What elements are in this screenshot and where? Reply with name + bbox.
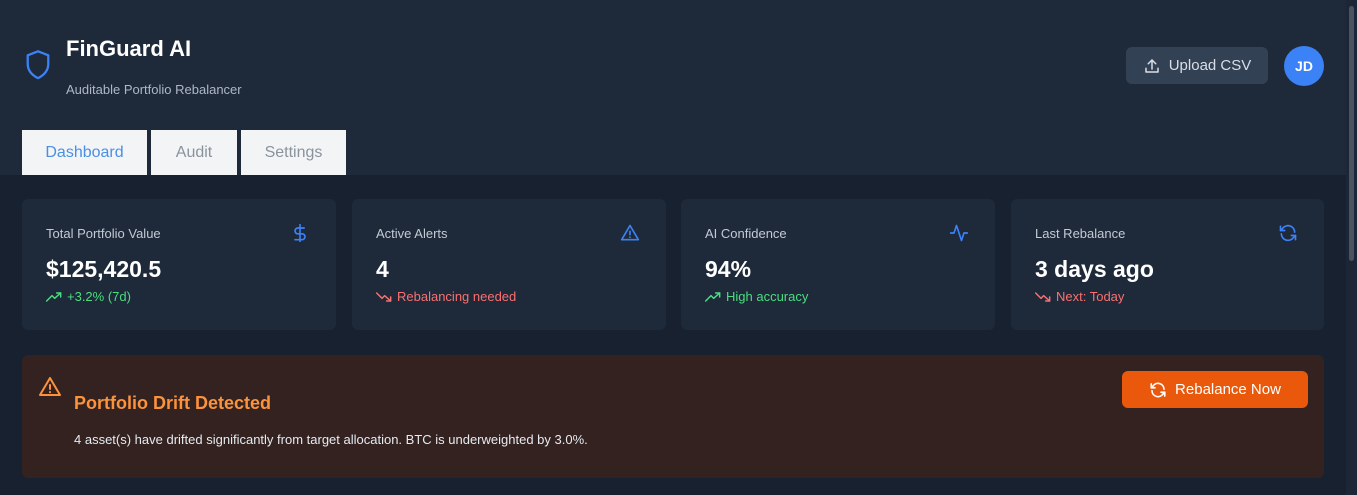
card-trend: High accuracy [705, 289, 808, 304]
upload-csv-label: Upload CSV [1168, 57, 1252, 74]
trending-down-icon [376, 291, 392, 302]
app-title: FinGuard AI [66, 36, 192, 61]
card-trend-text: High accuracy [726, 289, 809, 304]
warning-icon [620, 224, 640, 241]
card-value: 94% [705, 256, 752, 282]
card-label: Total Portfolio Value [46, 226, 161, 241]
card-ai-confidence: AI Confidence 94% High accuracy [681, 199, 995, 330]
activity-icon [949, 224, 969, 242]
app-subtitle: Auditable Portfolio Rebalancer [66, 82, 242, 97]
card-trend: Rebalancing needed [376, 289, 516, 304]
dollar-icon [294, 223, 306, 243]
warning-icon [39, 377, 61, 396]
refresh-icon [1279, 224, 1297, 242]
card-trend-text: Next: Today [1056, 289, 1125, 304]
card-trend-text: +3.2% (7d) [67, 289, 131, 304]
shield-icon [26, 50, 50, 80]
scrollbar[interactable] [1346, 0, 1357, 495]
card-label: Last Rebalance [1035, 226, 1126, 241]
card-trend-text: Rebalancing needed [397, 289, 517, 304]
card-trend: Next: Today [1035, 289, 1124, 304]
card-value: $125,420.5 [46, 256, 162, 282]
drift-alert-panel: Portfolio Drift Detected 4 asset(s) have… [22, 355, 1324, 478]
card-value: 3 days ago [1035, 256, 1154, 282]
tab-settings[interactable]: Settings [241, 130, 346, 175]
card-value: 4 [376, 256, 389, 282]
alert-description: 4 asset(s) have drifted significantly fr… [74, 432, 588, 447]
card-trend: +3.2% (7d) [46, 289, 131, 304]
card-label: AI Confidence [705, 226, 787, 241]
rebalance-now-button[interactable]: Rebalance Now [1122, 371, 1308, 408]
trending-up-icon [705, 291, 721, 302]
rebalance-now-label: Rebalance Now [1175, 381, 1281, 398]
scrollbar-thumb[interactable] [1349, 6, 1354, 261]
upload-csv-button[interactable]: Upload CSV [1126, 47, 1268, 84]
card-last-rebalance: Last Rebalance 3 days ago Next: Today [1011, 199, 1324, 330]
tab-dashboard[interactable]: Dashboard [22, 130, 147, 175]
trending-up-icon [46, 291, 62, 302]
avatar[interactable]: JD [1284, 46, 1324, 86]
card-total-portfolio-value: Total Portfolio Value $125,420.5 +3.2% (… [22, 199, 336, 330]
upload-icon [1144, 58, 1159, 73]
card-active-alerts: Active Alerts 4 Rebalancing needed [352, 199, 666, 330]
refresh-icon [1150, 382, 1166, 397]
trending-down-icon [1035, 291, 1051, 302]
alert-title: Portfolio Drift Detected [74, 393, 272, 413]
card-label: Active Alerts [376, 226, 448, 241]
tab-audit[interactable]: Audit [151, 130, 237, 175]
app-header: FinGuard AI Auditable Portfolio Rebalanc… [0, 0, 1346, 175]
